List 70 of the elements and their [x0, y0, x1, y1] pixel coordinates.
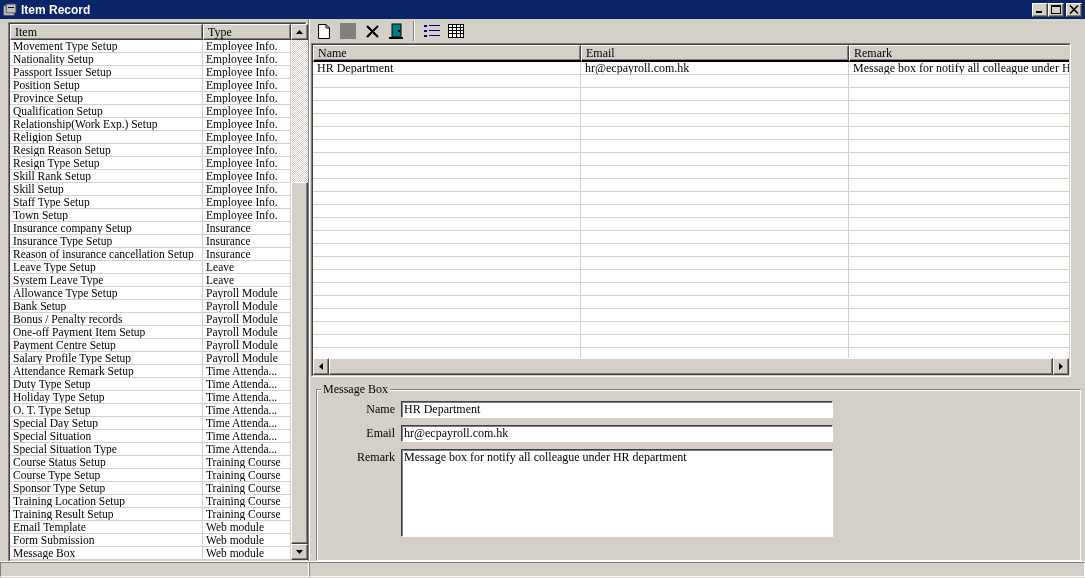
table-cell[interactable]: One-off Payment Item Setup — [10, 326, 203, 340]
app-icon — [3, 2, 17, 17]
delete-icon — [365, 24, 379, 38]
close-icon — [1069, 5, 1079, 15]
table-cell[interactable]: Payment Centre Setup — [10, 339, 203, 353]
left-arrow-icon — [319, 363, 323, 371]
table-cell[interactable]: Training Location Setup — [10, 495, 203, 509]
table-cell[interactable]: Form Submission — [10, 534, 203, 548]
text-area[interactable]: Message box for notify all colleague under HR department — [401, 449, 833, 538]
table-cell[interactable]: Course Type Setup — [10, 469, 203, 483]
table-cell[interactable]: Resign Type Setup — [10, 157, 203, 171]
exit-icon — [389, 23, 403, 40]
column-header[interactable]: Name — [313, 45, 581, 63]
table-cell[interactable]: Bank Setup — [10, 300, 203, 314]
scrollbar-thumb[interactable] — [291, 182, 308, 545]
column-header[interactable]: Email — [581, 45, 849, 63]
table-cell[interactable]: Insurance Type Setup — [10, 235, 203, 249]
column-header[interactable]: Type — [203, 24, 291, 41]
list-view-icon — [424, 24, 440, 39]
right-arrow-icon — [1059, 363, 1063, 371]
table-cell[interactable]: Skill Rank Setup — [10, 170, 203, 184]
table-cell[interactable]: Staff Type Setup — [10, 196, 203, 210]
new-icon — [318, 23, 330, 39]
table-cell[interactable]: Allowance Type Setup — [10, 287, 203, 301]
field-label: Name — [365, 401, 395, 417]
table-cell[interactable]: Message Box — [10, 547, 203, 561]
up-arrow-icon — [296, 30, 303, 35]
maximize-button[interactable] — [1048, 2, 1064, 17]
table-cell[interactable]: Position Setup — [10, 79, 203, 93]
table-cell[interactable]: Special Day Setup — [10, 417, 203, 431]
table-cell[interactable]: Skill Setup — [10, 183, 203, 197]
table-cell[interactable]: Nationality Setup — [10, 53, 203, 67]
column-header[interactable]: Remark — [849, 45, 1069, 63]
input-field[interactable]: hr@ecpayroll.com.hk — [401, 425, 833, 443]
close-button[interactable] — [1066, 2, 1082, 17]
table-cell[interactable]: Movement Type Setup — [10, 40, 203, 54]
table-cell[interactable]: Resign Reason Setup — [10, 144, 203, 158]
down-arrow-icon — [296, 550, 303, 555]
minimize-button[interactable] — [1032, 2, 1048, 17]
table-cell[interactable]: Passport Issuer Setup — [10, 66, 203, 80]
vertical-scrollbar[interactable] — [291, 24, 308, 561]
table-cell[interactable]: Sponsor Type Setup — [10, 482, 203, 496]
maximize-icon — [1051, 5, 1061, 15]
field-label: Email — [365, 425, 395, 441]
input-field[interactable]: HR Department — [401, 401, 833, 419]
grid-view-icon — [448, 24, 464, 39]
table-cell[interactable]: Holiday Type Setup — [10, 391, 203, 405]
table-cell[interactable]: Special Situation — [10, 430, 203, 444]
window-title: Item Record — [21, 2, 92, 17]
table-cell[interactable]: Special Situation Type — [10, 443, 203, 457]
table-cell[interactable]: Email Template — [10, 521, 203, 535]
table-cell[interactable]: Insurance company Setup — [10, 222, 203, 236]
table-cell[interactable]: Salary Profile Type Setup — [10, 352, 203, 366]
table-cell[interactable]: Province Setup — [10, 92, 203, 106]
table-cell[interactable]: Religion Setup — [10, 131, 203, 145]
table-cell[interactable]: Bonus / Penalty records — [10, 313, 203, 327]
table-cell[interactable]: Relationship(Work Exp.) Setup — [10, 118, 203, 132]
field-label: Remark — [356, 449, 395, 465]
table-cell[interactable]: Leave Type Setup — [10, 261, 203, 275]
table-cell[interactable]: System Leave Type — [10, 274, 203, 288]
table-cell[interactable]: Qualification Setup — [10, 105, 203, 119]
column-header[interactable]: Item — [10, 24, 203, 41]
table-cell[interactable]: Reason of insurance cancellation Setup — [10, 248, 203, 262]
table-cell[interactable]: Town Setup — [10, 209, 203, 223]
table-cell[interactable]: Duty Type Setup — [10, 378, 203, 392]
table-cell[interactable]: O. T. Type Setup — [10, 404, 203, 418]
table-cell[interactable]: Attendance Remark Setup — [10, 365, 203, 379]
table-cell[interactable]: Course Status Setup — [10, 456, 203, 470]
group-title: Message Box — [321, 382, 390, 397]
table-cell[interactable]: Training Result Setup — [10, 508, 203, 522]
